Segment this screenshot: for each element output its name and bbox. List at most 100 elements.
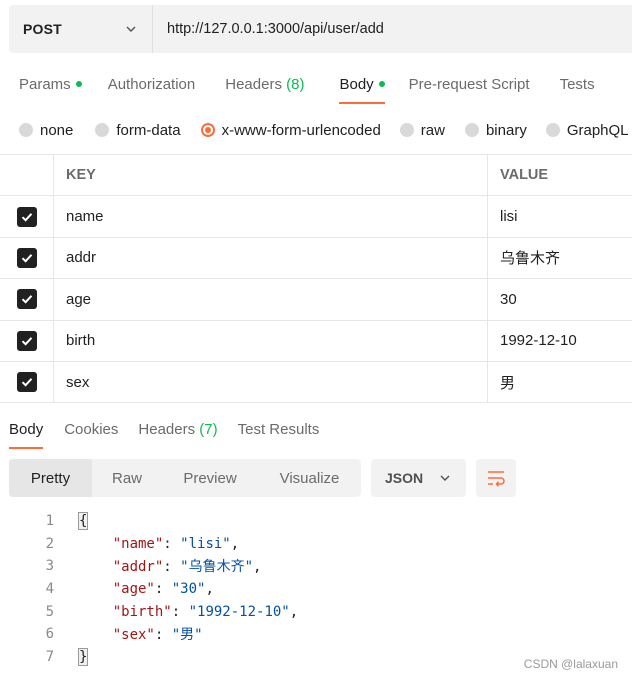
- line-number: 4: [45, 581, 54, 598]
- check-icon: [21, 295, 32, 304]
- key-cell[interactable]: name: [54, 196, 488, 237]
- row-checkbox[interactable]: [16, 247, 37, 268]
- json-comma: ,: [253, 559, 262, 576]
- radio-label: x-www-form-urlencoded: [221, 121, 381, 139]
- json-value: "1992-12-10": [188, 603, 290, 620]
- mode-preview-button[interactable]: Preview: [162, 459, 258, 497]
- tab-label: Test Results: [237, 420, 320, 438]
- radio-none[interactable]: none: [19, 122, 73, 139]
- chevron-down-icon: [126, 26, 136, 32]
- tab-label: Pre-request Script: [408, 75, 530, 93]
- check-icon: [21, 378, 32, 387]
- row-checkbox[interactable]: [16, 206, 37, 227]
- chevron-down-icon: [440, 475, 450, 481]
- request-bar: POST http://127.0.0.1:3000/api/user/add: [9, 5, 632, 53]
- wrap-lines-button[interactable]: [476, 459, 516, 497]
- radio-x-www-form-urlencoded[interactable]: x-www-form-urlencoded: [200, 121, 381, 139]
- value-cell[interactable]: 1992-12-10: [488, 321, 632, 361]
- open-brace: {: [77, 512, 89, 531]
- response-body-code: 1 { 2 "name": "lisi", 3 "addr": "乌鲁木齐", …: [0, 510, 632, 668]
- url-input[interactable]: http://127.0.0.1:3000/api/user/add: [153, 5, 632, 53]
- radio-graphql[interactable]: GraphQL: [545, 121, 629, 139]
- tab-label: Tests: [559, 75, 595, 93]
- value-cell[interactable]: 30: [488, 279, 632, 319]
- value-cell[interactable]: 乌鲁木齐: [488, 238, 632, 278]
- method-label: POST: [23, 21, 62, 37]
- tab-tests[interactable]: Tests: [560, 62, 595, 106]
- key-cell[interactable]: addr: [54, 237, 488, 279]
- line-number: 5: [45, 603, 54, 620]
- tab-count: (8): [286, 75, 305, 93]
- tab-label: Authorization: [107, 75, 196, 93]
- tab-pre-request-script[interactable]: Pre-request Script: [409, 62, 530, 106]
- json-key: "name": [112, 535, 164, 552]
- row-checkbox[interactable]: [16, 372, 37, 393]
- column-header-key: KEY: [54, 155, 488, 196]
- radio-label: binary: [485, 121, 527, 139]
- json-value: "lisi": [180, 535, 231, 552]
- line-number: 1: [45, 513, 54, 530]
- tab-headers[interactable]: Headers (8): [225, 62, 304, 106]
- line-number: 3: [45, 558, 54, 575]
- radio-circle: [545, 123, 560, 137]
- view-mode-toggle: Pretty Raw Preview Visualize: [9, 459, 361, 497]
- watermark: CSDN @lalaxuan: [523, 657, 618, 671]
- tab-response-body[interactable]: Body: [9, 408, 44, 450]
- tab-params[interactable]: Params: [19, 62, 82, 106]
- row-checkbox-cell: [0, 237, 54, 279]
- line-number: 6: [45, 626, 54, 643]
- json-value: "男": [171, 627, 203, 644]
- code-line: 5 "birth": "1992-12-10",: [0, 600, 632, 623]
- tab-count: (7): [199, 420, 218, 438]
- code-line: 2 "name": "lisi",: [0, 533, 632, 556]
- tab-cookies[interactable]: Cookies: [64, 408, 118, 450]
- code-line: 1 {: [0, 510, 632, 533]
- radio-circle: [95, 123, 110, 137]
- language-select[interactable]: JSON: [371, 459, 466, 497]
- table-row: addr 乌鲁木齐: [0, 237, 632, 280]
- check-icon: [21, 212, 32, 222]
- radio-circle: [19, 123, 33, 137]
- tab-label: Params: [19, 75, 71, 93]
- mode-raw-button[interactable]: Raw: [92, 459, 162, 497]
- status-dot: [378, 81, 385, 87]
- status-dot: [75, 81, 82, 87]
- tab-label: Cookies: [64, 420, 119, 438]
- json-value: "30": [171, 581, 206, 598]
- json-comma: ,: [230, 535, 240, 552]
- radio-raw[interactable]: raw: [399, 122, 445, 139]
- json-comma: ,: [205, 581, 214, 598]
- value-cell[interactable]: lisi: [488, 196, 632, 236]
- tab-label: Body: [339, 75, 374, 93]
- radio-binary[interactable]: binary: [464, 121, 527, 139]
- code-line: 6 "sex": "男": [0, 623, 632, 646]
- mode-pretty-button[interactable]: Pretty: [9, 459, 92, 497]
- json-value: "乌鲁木齐": [180, 559, 254, 576]
- tab-label: Headers: [138, 420, 196, 438]
- json-key: "sex": [112, 627, 155, 644]
- response-tabs: Body Cookies Headers (7) Test Results: [0, 408, 632, 450]
- radio-label: GraphQL: [566, 121, 629, 139]
- check-icon: [21, 336, 32, 346]
- line-number: 7: [45, 648, 54, 665]
- key-cell[interactable]: sex: [54, 361, 488, 403]
- row-checkbox[interactable]: [16, 330, 37, 351]
- tab-test-results[interactable]: Test Results: [238, 408, 320, 450]
- key-cell[interactable]: birth: [54, 320, 488, 361]
- json-key: "addr": [112, 559, 164, 576]
- method-select[interactable]: POST: [9, 5, 153, 53]
- tab-authorization[interactable]: Authorization: [108, 62, 196, 106]
- language-label: JSON: [385, 470, 424, 486]
- tab-body[interactable]: Body: [339, 62, 385, 106]
- tab-response-headers[interactable]: Headers (7): [138, 408, 217, 450]
- row-checkbox[interactable]: [16, 289, 37, 310]
- tab-label: Body: [9, 420, 44, 438]
- mode-visualize-button[interactable]: Visualize: [258, 459, 361, 497]
- row-checkbox-cell: [0, 279, 54, 320]
- radio-label: form-data: [116, 121, 181, 139]
- key-cell[interactable]: age: [54, 279, 488, 320]
- value-cell[interactable]: 男: [488, 362, 632, 402]
- radio-circle: [399, 123, 414, 137]
- wrap-lines-icon: [488, 471, 505, 487]
- radio-form-data[interactable]: form-data: [95, 121, 181, 139]
